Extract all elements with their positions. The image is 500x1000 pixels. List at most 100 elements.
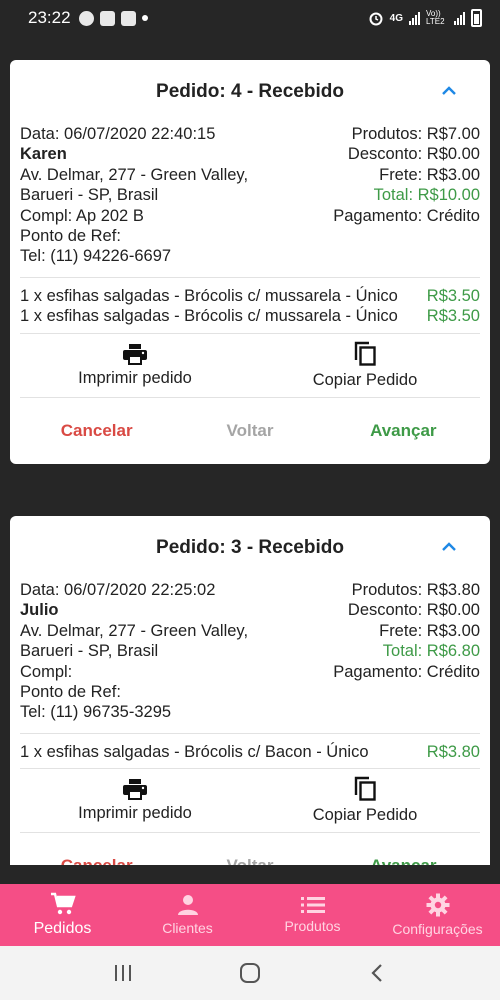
phone: Tel: (11) 94226-6697 bbox=[20, 247, 172, 266]
order-card: Pedido: 4 - Recebido Data: 06/07/2020 22… bbox=[10, 60, 490, 464]
gallery-icon bbox=[99, 10, 115, 26]
item-name: 1 x esfihas salgadas - Brócolis c/ Bacon… bbox=[20, 742, 369, 761]
cart-icon bbox=[50, 892, 76, 915]
order-actions: Imprimir pedido Copiar Pedido bbox=[20, 334, 480, 398]
order-info: Data: 06/07/2020 22:25:02 Julio Av. Delm… bbox=[20, 580, 480, 734]
home-button[interactable] bbox=[230, 953, 270, 993]
products-total: Produtos: R$3.80 bbox=[351, 581, 480, 599]
printer-icon bbox=[123, 343, 147, 365]
signal-2-icon bbox=[454, 11, 465, 25]
products-total: Produtos: R$7.00 bbox=[351, 125, 480, 143]
order-date: Data: 06/07/2020 22:40:15 bbox=[20, 125, 216, 143]
recent-apps-button[interactable] bbox=[103, 953, 143, 993]
home-icon bbox=[239, 963, 260, 983]
phone: Tel: (11) 96735-3295 bbox=[20, 703, 172, 722]
whatsapp-icon bbox=[78, 10, 94, 26]
notification-dot-icon bbox=[141, 15, 148, 21]
chevron-up-icon[interactable] bbox=[442, 86, 456, 96]
alarm-icon bbox=[369, 12, 383, 26]
address-complement: Compl: Ap 202 B bbox=[20, 206, 144, 225]
recent-apps-icon bbox=[115, 965, 132, 981]
advance-button[interactable]: Avançar bbox=[327, 421, 480, 441]
item-name: 1 x esfihas salgadas - Brócolis c/ mussa… bbox=[20, 286, 398, 305]
item-price: R$3.50 bbox=[426, 286, 480, 305]
order-status-buttons: Cancelar Voltar Avançar bbox=[20, 833, 480, 865]
order-title: Pedido: 4 - Recebido bbox=[156, 81, 344, 102]
shipping: Frete: R$3.00 bbox=[379, 165, 480, 184]
back-button[interactable]: Voltar bbox=[173, 421, 326, 441]
print-order-button[interactable]: Imprimir pedido bbox=[20, 334, 250, 397]
list-item: 1 x esfihas salgadas - Brócolis c/ mussa… bbox=[20, 286, 480, 306]
order-date: Data: 06/07/2020 22:25:02 bbox=[20, 581, 216, 599]
cancel-button[interactable]: Cancelar bbox=[20, 856, 173, 865]
back-nav-button[interactable] bbox=[357, 953, 397, 993]
reference-point: Ponto de Ref: bbox=[20, 683, 121, 702]
discount: Desconto: R$0.00 bbox=[347, 145, 480, 164]
copy-order-button[interactable]: Copiar Pedido bbox=[250, 769, 480, 832]
reference-point: Ponto de Ref: bbox=[20, 227, 121, 246]
nav-item-clientes[interactable]: Clientes bbox=[125, 884, 250, 946]
printer-icon bbox=[123, 779, 147, 801]
customer-name: Julio bbox=[20, 601, 59, 620]
order-status-buttons: Cancelar Voltar Avançar bbox=[20, 398, 480, 464]
nav-label: Configurações bbox=[392, 921, 483, 937]
payment-method: Pagamento: Crédito bbox=[333, 662, 480, 681]
list-item: 1 x esfihas salgadas - Brócolis c/ Bacon… bbox=[20, 742, 480, 762]
nav-label: Produtos bbox=[284, 918, 341, 934]
lte-label: Vo)) LTE2 bbox=[426, 9, 445, 26]
cancel-button[interactable]: Cancelar bbox=[20, 421, 173, 441]
copy-order-label: Copiar Pedido bbox=[312, 806, 418, 825]
list-item: 1 x esfihas salgadas - Brócolis c/ mussa… bbox=[20, 306, 480, 326]
nav-item-configuracoes[interactable]: Configurações bbox=[375, 884, 500, 946]
print-order-button[interactable]: Imprimir pedido bbox=[20, 769, 250, 832]
chevron-up-icon[interactable] bbox=[442, 542, 456, 552]
order-title: Pedido: 3 - Recebido bbox=[156, 537, 344, 558]
order-items: 1 x esfihas salgadas - Brócolis c/ Bacon… bbox=[20, 734, 480, 770]
address-line-2: Barueri - SP, Brasil bbox=[20, 642, 159, 661]
list-icon bbox=[300, 897, 325, 913]
discount: Desconto: R$0.00 bbox=[347, 601, 480, 620]
status-bar: 23:22 4G Vo)) LTE2 bbox=[0, 0, 500, 36]
nav-item-pedidos[interactable]: Pedidos bbox=[0, 884, 125, 946]
address-complement: Compl: bbox=[20, 662, 73, 681]
item-price: R$3.50 bbox=[426, 307, 480, 326]
status-time: 23:22 bbox=[28, 8, 71, 27]
shipping: Frete: R$3.00 bbox=[379, 621, 480, 640]
order-total: Total: R$10.00 bbox=[373, 186, 480, 205]
bottom-nav: Pedidos Clientes Produtos Configurações bbox=[0, 884, 500, 946]
gear-icon bbox=[426, 893, 449, 917]
copy-icon bbox=[354, 777, 376, 801]
advance-button[interactable]: Avançar bbox=[327, 856, 480, 865]
print-order-label: Imprimir pedido bbox=[78, 368, 192, 387]
system-nav-bar bbox=[0, 946, 500, 1000]
order-card: Pedido: 3 - Recebido Data: 06/07/2020 22… bbox=[10, 516, 490, 865]
item-price: R$3.80 bbox=[426, 742, 480, 761]
copy-icon bbox=[354, 341, 376, 366]
network-type-label: 4G bbox=[389, 12, 403, 24]
copy-order-label: Copiar Pedido bbox=[312, 370, 418, 389]
copy-order-button[interactable]: Copiar Pedido bbox=[250, 334, 480, 397]
orders-list[interactable]: Pedido: 4 - Recebido Data: 06/07/2020 22… bbox=[0, 36, 500, 865]
battery-icon bbox=[471, 9, 482, 27]
nav-label: Clientes bbox=[162, 920, 213, 936]
order-actions: Imprimir pedido Copiar Pedido bbox=[20, 769, 480, 834]
back-button[interactable]: Voltar bbox=[173, 856, 326, 865]
order-items: 1 x esfihas salgadas - Brócolis c/ mussa… bbox=[20, 278, 480, 334]
address-line-1: Av. Delmar, 277 - Green Valley, bbox=[20, 165, 249, 184]
print-order-label: Imprimir pedido bbox=[78, 804, 192, 823]
nav-label: Pedidos bbox=[33, 920, 92, 937]
signal-icon bbox=[409, 11, 420, 25]
order-header[interactable]: Pedido: 3 - Recebido bbox=[20, 516, 480, 580]
address-line-1: Av. Delmar, 277 - Green Valley, bbox=[20, 621, 249, 640]
back-arrow-icon bbox=[371, 964, 382, 982]
order-total: Total: R$6.80 bbox=[382, 642, 480, 661]
address-line-2: Barueri - SP, Brasil bbox=[20, 186, 159, 205]
item-name: 1 x esfihas salgadas - Brócolis c/ mussa… bbox=[20, 307, 398, 326]
order-header[interactable]: Pedido: 4 - Recebido bbox=[20, 60, 480, 124]
payment-method: Pagamento: Crédito bbox=[333, 206, 480, 225]
facebook-icon bbox=[120, 10, 136, 26]
order-info: Data: 06/07/2020 22:40:15 Karen Av. Delm… bbox=[20, 124, 480, 278]
person-icon bbox=[177, 895, 198, 915]
nav-item-produtos[interactable]: Produtos bbox=[250, 884, 375, 946]
customer-name: Karen bbox=[20, 145, 67, 164]
